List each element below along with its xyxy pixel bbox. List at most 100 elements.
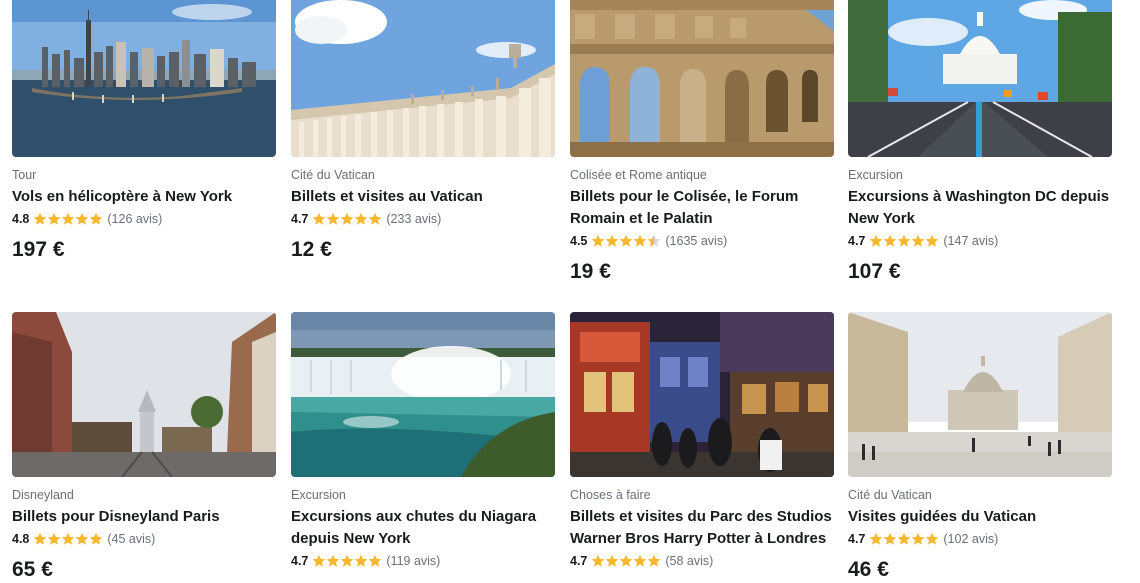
star-icon [341, 212, 354, 225]
star-icon [870, 532, 883, 545]
star-icon [648, 554, 661, 567]
price: 65 € [12, 558, 53, 581]
star-icon [592, 234, 605, 247]
product-card[interactable]: Colisée et Rome antique Billets pour le … [570, 0, 834, 285]
star-icon [313, 554, 326, 567]
star-icon [620, 234, 633, 247]
star-icon [620, 554, 633, 567]
star-rating [591, 554, 661, 568]
rating: 4.5 (1635 avis) [570, 231, 834, 251]
star-rating [33, 212, 103, 226]
star-icon [355, 554, 368, 567]
review-count: (119 avis) [386, 554, 441, 568]
rating-score: 4.5 [570, 234, 588, 248]
star-icon [606, 234, 619, 247]
card-title[interactable]: Visites guidées du Vatican [848, 506, 1112, 528]
rating-score: 4.7 [848, 532, 866, 546]
star-icon [884, 532, 897, 545]
star-rating [33, 532, 103, 546]
star-icon [912, 532, 925, 545]
card-category: Disneyland [12, 488, 74, 502]
star-icon [926, 532, 939, 545]
star-icon [327, 212, 340, 225]
review-count: (45 avis) [107, 532, 156, 546]
card-title[interactable]: Billets et visites du Parc des Studios W… [570, 506, 834, 550]
card-title[interactable]: Billets pour Disneyland Paris [12, 506, 276, 528]
star-icon [34, 212, 47, 225]
card-category: Excursion [291, 488, 346, 502]
rating: 4.7 (102 avis) [848, 529, 1112, 549]
rating-score: 4.8 [12, 212, 30, 226]
rating: 4.7 (147 avis) [848, 231, 1112, 251]
star-icon [76, 212, 89, 225]
card-title[interactable]: Billets et visites au Vatican [291, 186, 555, 208]
review-count: (58 avis) [665, 554, 714, 568]
star-icon [606, 554, 619, 567]
vatican-colonnade-image[interactable] [291, 0, 555, 157]
rating: 4.7 (58 avis) [570, 551, 834, 571]
product-card[interactable]: Excursion Excursions aux chutes du Niaga… [291, 312, 555, 579]
new-york-skyline-image[interactable] [12, 0, 276, 157]
star-icon [634, 554, 647, 567]
product-card[interactable]: Excursion Excursions à Washington DC dep… [848, 0, 1112, 285]
star-icon [48, 212, 61, 225]
harry-potter-studio-image[interactable] [570, 312, 834, 477]
star-icon [369, 212, 382, 225]
price: 107 € [848, 260, 901, 283]
star-rating [591, 234, 661, 248]
star-rating [312, 554, 382, 568]
star-icon [592, 554, 605, 567]
star-icon [34, 532, 47, 545]
star-rating [869, 234, 939, 248]
product-card[interactable]: Disneyland Billets pour Disneyland Paris… [12, 312, 276, 583]
star-icon [76, 532, 89, 545]
review-count: (102 avis) [943, 532, 999, 546]
product-card[interactable]: Cité du Vatican Visites guidées du Vatic… [848, 312, 1112, 583]
capitol-image[interactable] [848, 0, 1112, 157]
card-title[interactable]: Billets pour le Colisée, le Forum Romain… [570, 186, 834, 230]
product-card[interactable]: Cité du Vatican Billets et visites au Va… [291, 0, 555, 263]
star-icon [926, 234, 939, 247]
star-icon [898, 532, 911, 545]
star-icon [48, 532, 61, 545]
product-card[interactable]: Choses à faire Billets et visites du Par… [570, 312, 834, 579]
rating-score: 4.7 [570, 554, 588, 568]
rating: 4.7 (119 avis) [291, 551, 555, 571]
price: 197 € [12, 238, 65, 261]
card-title[interactable]: Excursions à Washington DC depuis New Yo… [848, 186, 1112, 230]
niagara-falls-image[interactable] [291, 312, 555, 477]
star-icon [90, 532, 103, 545]
review-count: (1635 avis) [665, 234, 728, 248]
star-icon [870, 234, 883, 247]
colosseum-image[interactable] [570, 0, 834, 157]
star-icon [90, 212, 103, 225]
star-icon [62, 212, 75, 225]
price: 46 € [848, 558, 889, 581]
price: 12 € [291, 238, 332, 261]
price: 19 € [570, 260, 611, 283]
rating-score: 4.7 [291, 554, 309, 568]
star-icon [327, 554, 340, 567]
star-icon [912, 234, 925, 247]
rating: 4.8 (45 avis) [12, 529, 276, 549]
rating-score: 4.8 [12, 532, 30, 546]
star-icon [884, 234, 897, 247]
star-icon [648, 234, 661, 247]
st-peters-square-image[interactable] [848, 312, 1112, 477]
rating-score: 4.7 [848, 234, 866, 248]
star-icon [898, 234, 911, 247]
card-category: Choses à faire [570, 488, 651, 502]
card-title[interactable]: Vols en hélicoptère à New York [12, 186, 276, 208]
card-category: Cité du Vatican [848, 488, 932, 502]
disneyland-main-street-image[interactable] [12, 312, 276, 477]
star-icon [341, 554, 354, 567]
rating-score: 4.7 [291, 212, 309, 226]
review-count: (147 avis) [943, 234, 999, 248]
card-category: Excursion [848, 168, 903, 182]
review-count: (233 avis) [386, 212, 442, 226]
card-category: Tour [12, 168, 37, 182]
card-title[interactable]: Excursions aux chutes du Niagara depuis … [291, 506, 555, 550]
rating: 4.7 (233 avis) [291, 209, 555, 229]
product-card[interactable]: Tour Vols en hélicoptère à New York 4.8 … [12, 0, 276, 263]
star-rating [312, 212, 382, 226]
